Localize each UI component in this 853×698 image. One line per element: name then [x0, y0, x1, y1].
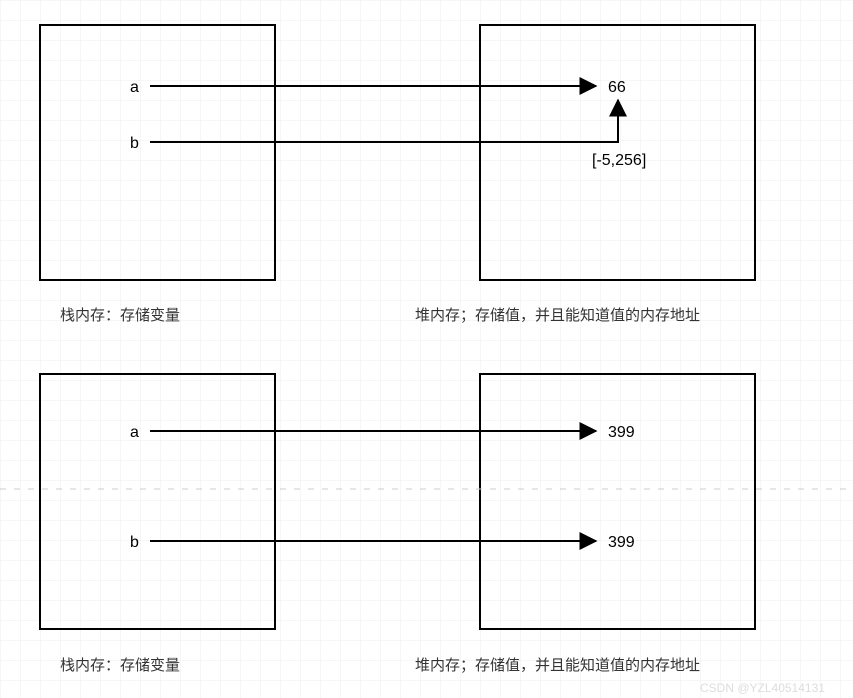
- stack-caption-2: 栈内存：存储变量: [60, 657, 180, 674]
- range-annotation: [-5,256]: [592, 152, 646, 169]
- var-a-2: a: [130, 424, 139, 441]
- heap-caption-1: 堆内存；存储值，并且能知道值的内存地址: [415, 307, 700, 324]
- val-66: 66: [608, 79, 626, 96]
- val-399-b: 399: [608, 534, 635, 551]
- grid-background: [0, 0, 853, 698]
- heap-caption-2: 堆内存；存储值，并且能知道值的内存地址: [415, 657, 700, 674]
- var-a-1: a: [130, 79, 139, 96]
- watermark: CSDN @YZL40514131: [700, 681, 825, 695]
- stack-caption-1: 栈内存：存储变量: [60, 307, 180, 324]
- val-399-a: 399: [608, 424, 635, 441]
- var-b-2: b: [130, 534, 139, 551]
- var-b-1: b: [130, 135, 139, 152]
